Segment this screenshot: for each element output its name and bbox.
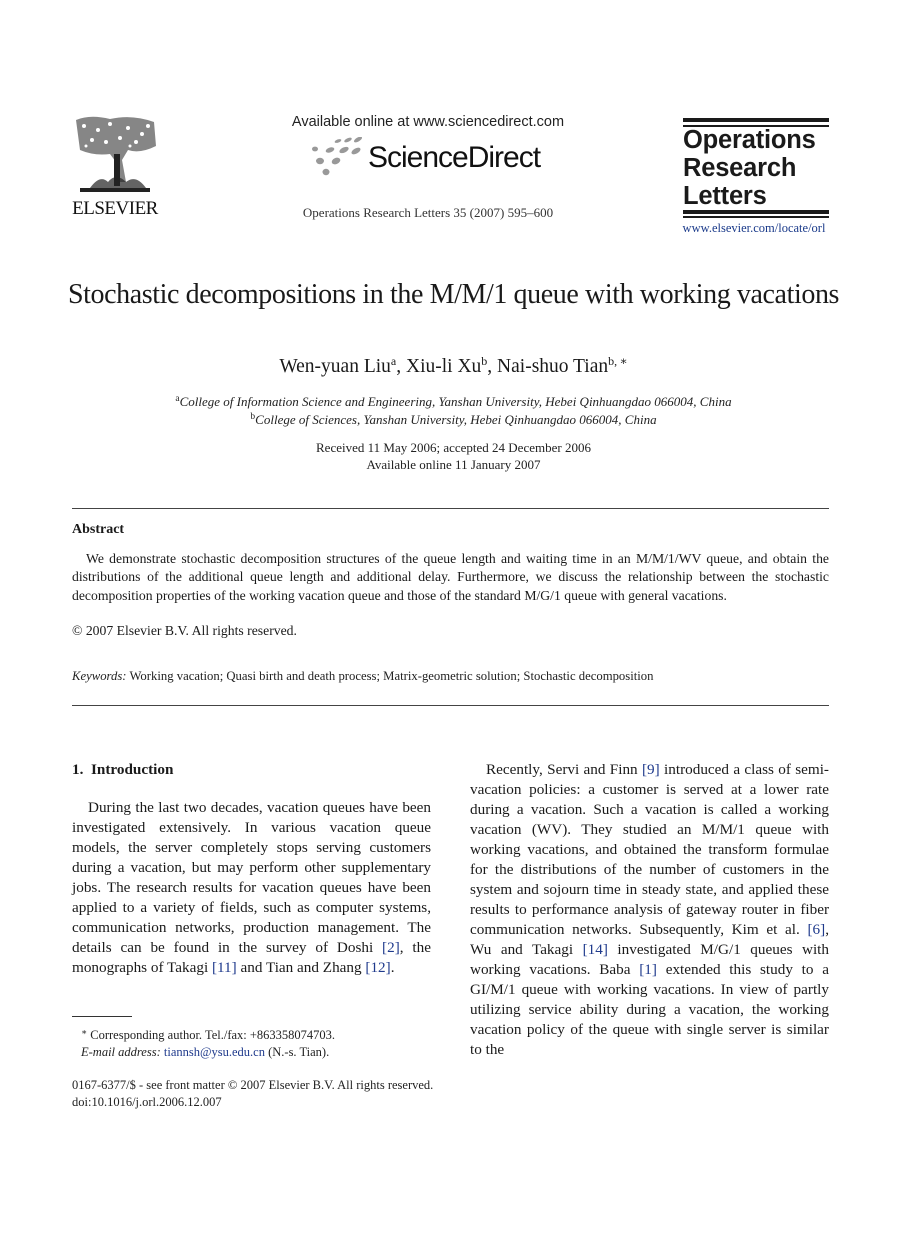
author-affiliation-mark: a xyxy=(390,354,397,368)
journal-citation: Operations Research Letters 35 (2007) 59… xyxy=(302,205,554,220)
journal-url-link[interactable]: www.elsevier.com/locate/orl xyxy=(676,221,832,236)
footnote-mark: ∗ xyxy=(81,1027,88,1037)
intro-paragraph: During the last two decades, vacation qu… xyxy=(72,799,431,976)
logo-rule xyxy=(683,118,829,122)
abstract-body: We demonstrate stochastic decomposition … xyxy=(72,550,829,605)
email-label: E-mail address: xyxy=(81,1045,161,1059)
affiliation-text: College of Sciences, Yanshan University,… xyxy=(255,412,657,427)
elsevier-tree-icon xyxy=(76,116,156,192)
citation-link[interactable]: [14] xyxy=(583,941,608,958)
doi-link[interactable]: doi:10.1016/j.orl.2006.12.007 xyxy=(72,1094,433,1111)
affiliation-b: bCollege of Sciences, Yanshan University… xyxy=(60,411,847,429)
front-matter: 0167-6377/$ - see front matter © 2007 El… xyxy=(72,1077,433,1111)
citation-link[interactable]: [12] xyxy=(365,959,390,976)
corresponding-author-note: ∗ Corresponding author. Tel./fax: +86335… xyxy=(81,1027,335,1044)
affiliations: aCollege of Information Science and Engi… xyxy=(60,393,847,429)
email-note: E-mail address: tiannsh@ysu.edu.cn (N.-s… xyxy=(81,1044,335,1061)
abstract-copyright: © 2007 Elsevier B.V. All rights reserved… xyxy=(72,623,297,638)
received-date: Received 11 May 2006; accepted 24 Decemb… xyxy=(316,440,591,455)
divider xyxy=(72,705,829,706)
affiliation-a: aCollege of Information Science and Engi… xyxy=(60,393,847,411)
email-link[interactable]: tiannsh@ysu.edu.cn xyxy=(164,1045,265,1059)
sciencedirect-brand: ScienceDirect xyxy=(368,141,541,174)
logo-rule xyxy=(683,216,829,218)
abstract-heading: Abstract xyxy=(72,522,125,537)
author-list: Wen-yuan Liua, Xiu-li Xub, Nai-shuo Tian… xyxy=(279,354,628,377)
publisher-name: ELSEVIER xyxy=(72,198,158,219)
logo-rule xyxy=(683,210,829,214)
abstract-text: We demonstrate stochastic decomposition … xyxy=(72,551,829,603)
author-name: Xiu-li Xu xyxy=(406,356,482,377)
available-online-date: Available online 11 January 2007 xyxy=(366,457,541,472)
citation-link[interactable]: [11] xyxy=(212,959,237,976)
issn-line: 0167-6377/$ - see front matter © 2007 El… xyxy=(72,1078,434,1092)
email-suffix: (N.-s. Tian). xyxy=(264,1045,330,1059)
paper-title: Stochastic decompositions in the M/M/1 q… xyxy=(67,279,840,310)
citation-link[interactable]: [1] xyxy=(639,961,657,978)
keywords-label: Keywords: xyxy=(72,669,127,683)
journal-logo-line: Letters xyxy=(683,182,767,210)
footnote-divider xyxy=(72,1016,132,1017)
left-column: During the last two decades, vacation qu… xyxy=(72,798,431,978)
journal-logo-line: Operations xyxy=(683,126,816,154)
keywords: Keywords: Working vacation; Quasi birth … xyxy=(72,669,829,684)
citation-link[interactable]: [9] xyxy=(642,761,660,778)
author-affiliation-mark: b, ∗ xyxy=(608,354,628,368)
footnote: ∗ Corresponding author. Tel./fax: +86335… xyxy=(81,1027,335,1061)
citation-link[interactable]: [6] xyxy=(807,921,825,938)
corresponding-text: Corresponding author. Tel./fax: +8633580… xyxy=(90,1028,336,1042)
journal-logo-line: Research xyxy=(683,154,797,182)
citation-link[interactable]: [2] xyxy=(382,939,400,956)
elsevier-logo: ELSEVIER xyxy=(68,116,162,220)
right-column: Recently, Servi and Finn [9] introduced … xyxy=(470,760,829,1060)
sciencedirect-dots-icon xyxy=(312,137,363,176)
author-name: Nai-shuo Tian xyxy=(497,356,609,377)
journal-logo: Operations Research Letters xyxy=(683,116,829,220)
keywords-text: Working vacation; Quasi birth and death … xyxy=(129,669,654,683)
author-affiliation-mark: b xyxy=(481,354,488,368)
author-name: Wen-yuan Liu xyxy=(279,356,391,377)
divider xyxy=(72,508,829,509)
sciencedirect-logo[interactable]: ScienceDirect xyxy=(308,137,548,179)
intro-paragraph: Recently, Servi and Finn [9] introduced … xyxy=(470,761,829,1058)
affiliation-text: College of Information Science and Engin… xyxy=(179,394,732,409)
sciencedirect-availability[interactable]: Available online at www.sciencedirect.co… xyxy=(283,114,573,130)
section-heading-introduction: 1. Introduction xyxy=(72,761,174,778)
article-dates: Received 11 May 2006; accepted 24 Decemb… xyxy=(60,439,847,473)
